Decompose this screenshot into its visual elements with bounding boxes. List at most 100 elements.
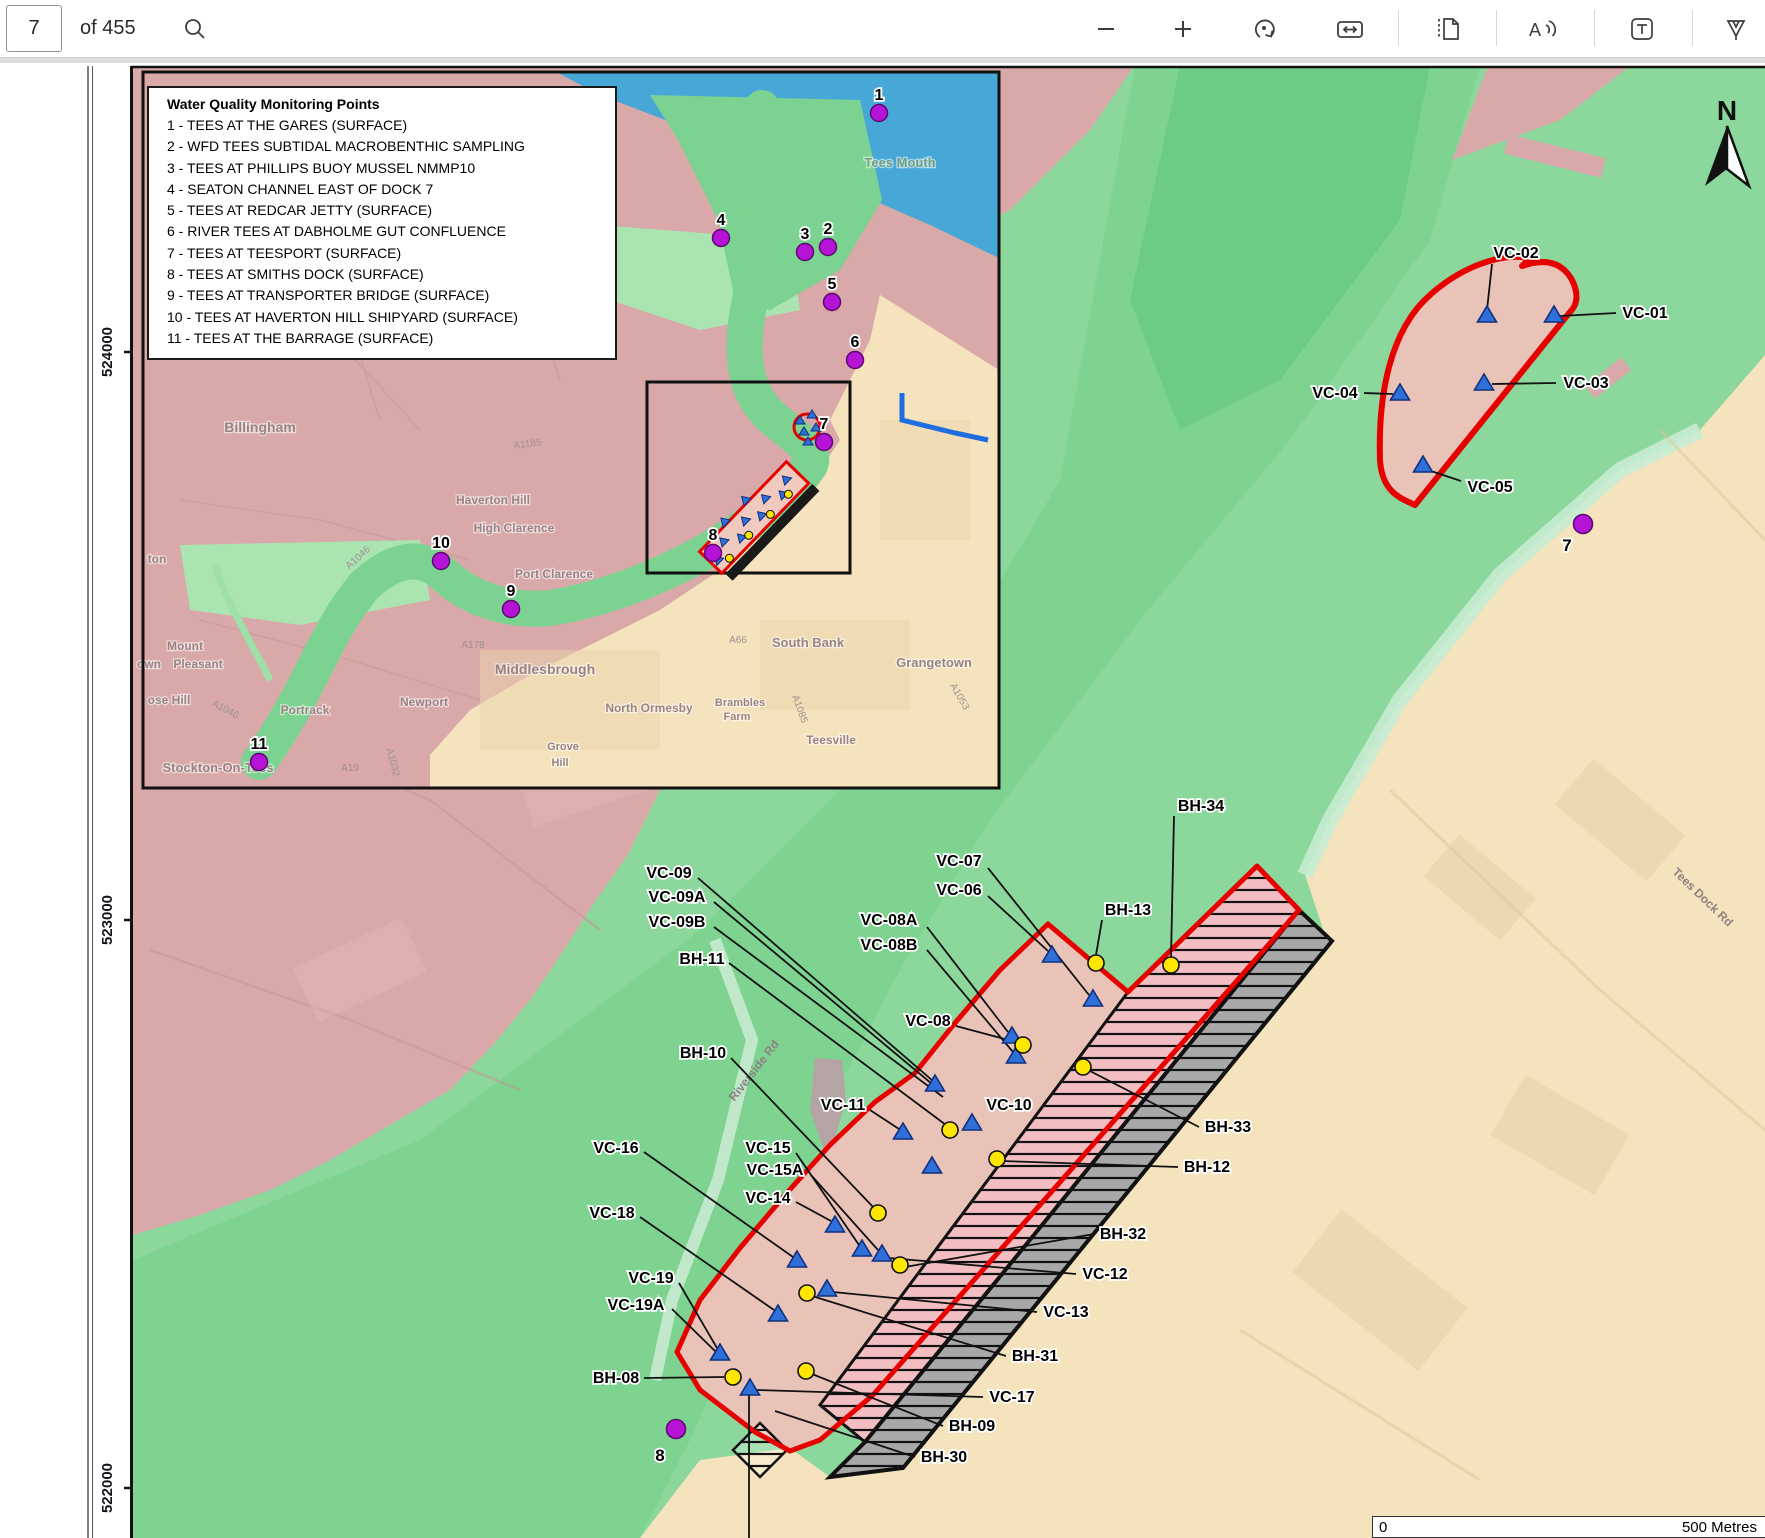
scale-bar: 0 500 Metres <box>1372 1516 1765 1538</box>
sample-label-vc-02: VC-02 <box>1493 245 1538 262</box>
bh-circle-marker <box>725 1369 741 1385</box>
inset-place-label: own <box>137 657 161 671</box>
pdf-viewer: 7 of 455 A <box>0 0 1765 1538</box>
legend-item: 6 - RIVER TEES AT DABHOLME GUT CONFLUENC… <box>167 221 615 242</box>
sample-label-vc-19: VC-19 <box>628 1270 673 1287</box>
sample-label-bh-13: BH-13 <box>1105 902 1151 919</box>
inset-place-label: North Ormesby <box>605 701 693 715</box>
page-number-input[interactable]: 7 <box>6 5 62 52</box>
inset-place-label: ton <box>148 552 167 566</box>
toolbar-shadow <box>0 58 1765 63</box>
read-aloud-icon[interactable]: A <box>1526 14 1556 44</box>
legend-item: 9 - TEES AT TRANSPORTER BRIDGE (SURFACE) <box>167 285 615 306</box>
bh-circle-marker <box>892 1257 908 1273</box>
wq-point-marker <box>251 754 268 771</box>
scale-end: 500 Metres <box>1682 1519 1757 1536</box>
legend-item: 7 - TEES AT TEESPORT (SURFACE) <box>167 243 615 264</box>
inset-place-label: South Bank <box>772 635 845 650</box>
sample-label-bh-34: BH-34 <box>1178 798 1224 815</box>
axis-label: 524000 <box>99 327 116 377</box>
sample-label-vc-07: VC-07 <box>936 853 981 870</box>
legend-item: 8 - TEES AT SMITHS DOCK (SURFACE) <box>167 264 615 285</box>
sample-label-vc-14: VC-14 <box>745 1190 790 1207</box>
wq-point-number: 5 <box>828 276 837 293</box>
wq-point-number: 3 <box>801 226 810 243</box>
wq-point-number: 1 <box>875 87 884 104</box>
axis-label: 523000 <box>99 895 116 945</box>
sample-label-vc-18: VC-18 <box>589 1205 634 1222</box>
sample-label-vc-04: VC-04 <box>1312 385 1357 402</box>
add-text-icon[interactable] <box>1627 14 1657 44</box>
sample-label-vc-10: VC-10 <box>986 1097 1031 1114</box>
leader-line <box>644 1377 724 1378</box>
wq-point-marker <box>1574 515 1593 534</box>
inset-place-label: Tees Mouth <box>864 155 935 170</box>
wq-point-marker <box>871 105 888 122</box>
legend-box: Water Quality Monitoring Points 1 - TEES… <box>147 86 617 360</box>
sample-label-vc-08: VC-08 <box>905 1013 950 1030</box>
wq-point-marker <box>816 434 833 451</box>
inset-place-label: Newport <box>400 695 448 709</box>
wq-point-marker <box>667 1420 686 1439</box>
inset-place-label: Pleasant <box>173 657 222 671</box>
wq-point-number: 11 <box>251 736 268 753</box>
inset-road-label: A19 <box>341 763 359 774</box>
wq-point-number: 6 <box>851 334 860 351</box>
zoom-out-icon[interactable] <box>1091 14 1121 44</box>
legend-item: 3 - TEES AT PHILLIPS BUOY MUSSEL NMMP10 <box>167 158 615 179</box>
wq-point-number: 2 <box>824 221 833 238</box>
sample-label-vc-15a: VC-15A <box>747 1162 804 1179</box>
sample-label-vc-09a: VC-09A <box>649 889 706 906</box>
svg-text:A: A <box>1529 20 1541 40</box>
sample-label-vc-06: VC-06 <box>936 882 981 899</box>
rotate-icon[interactable] <box>1250 14 1280 44</box>
legend-item: 10 - TEES AT HAVERTON HILL SHIPYARD (SUR… <box>167 307 615 328</box>
inset-place-label: Mount <box>167 639 203 653</box>
inset-place-label: Hill <box>551 757 568 769</box>
leader-line <box>1364 393 1393 394</box>
wq-point-number: 8 <box>709 527 718 544</box>
wq-point-number: 4 <box>717 212 726 229</box>
inset-place-label: Haverton Hill <box>456 493 530 507</box>
legend-item: 4 - SEATON CHANNEL EAST OF DOCK 7 <box>167 179 615 200</box>
sample-label-bh-30: BH-30 <box>921 1449 967 1466</box>
wq-point-marker <box>797 244 814 261</box>
inset-place-label: Billingham <box>224 419 296 435</box>
wq-point-marker <box>824 294 841 311</box>
bh-circle-marker <box>1075 1059 1091 1075</box>
zoom-in-icon[interactable] <box>1168 14 1198 44</box>
fit-width-icon[interactable] <box>1335 14 1365 44</box>
inset-place-label: Portrack <box>281 703 330 717</box>
sample-label-vc-11: VC-11 <box>821 1097 866 1114</box>
sample-label-bh-09: BH-09 <box>949 1418 995 1435</box>
legend-item: 2 - WFD TEES SUBTIDAL MACROBENTHIC SAMPL… <box>167 136 615 157</box>
page-count-label: of 455 <box>80 0 136 57</box>
legend-item: 5 - TEES AT REDCAR JETTY (SURFACE) <box>167 200 615 221</box>
sample-label-vc-01: VC-01 <box>1622 305 1667 322</box>
inset-road-label: A66 <box>729 635 747 646</box>
sample-label-bh-33: BH-33 <box>1205 1119 1251 1136</box>
inset-place-label: Brambles <box>715 697 765 709</box>
legend-item: 11 - TEES AT THE BARRAGE (SURFACE) <box>167 328 615 349</box>
scale-start: 0 <box>1379 1519 1387 1536</box>
search-icon[interactable] <box>180 14 210 44</box>
page-view-icon[interactable] <box>1433 14 1463 44</box>
sample-label-vc-16: VC-16 <box>593 1140 638 1157</box>
wq-point-number: 7 <box>1562 536 1571 555</box>
inset-place-label: Middlesbrough <box>495 661 595 677</box>
wq-point-number: 7 <box>820 416 829 433</box>
sample-label-vc-13: VC-13 <box>1043 1304 1088 1321</box>
sample-label-vc-19a: VC-19A <box>608 1297 665 1314</box>
sample-label-bh-12: BH-12 <box>1184 1159 1230 1176</box>
inset-place-label: Port Clarence <box>515 567 593 581</box>
wq-point-marker <box>503 601 520 618</box>
sample-label-vc-12: VC-12 <box>1082 1266 1127 1283</box>
sample-label-vc-08b: VC-08B <box>861 937 918 954</box>
sample-label-bh-32: BH-32 <box>1100 1226 1146 1243</box>
draw-icon[interactable] <box>1722 14 1752 44</box>
wq-point-number: 9 <box>507 583 516 600</box>
toolbar-separator <box>1496 10 1497 46</box>
toolbar-separator <box>1692 10 1693 46</box>
north-label: N <box>1717 95 1737 126</box>
bh-circle-marker <box>1088 955 1104 971</box>
